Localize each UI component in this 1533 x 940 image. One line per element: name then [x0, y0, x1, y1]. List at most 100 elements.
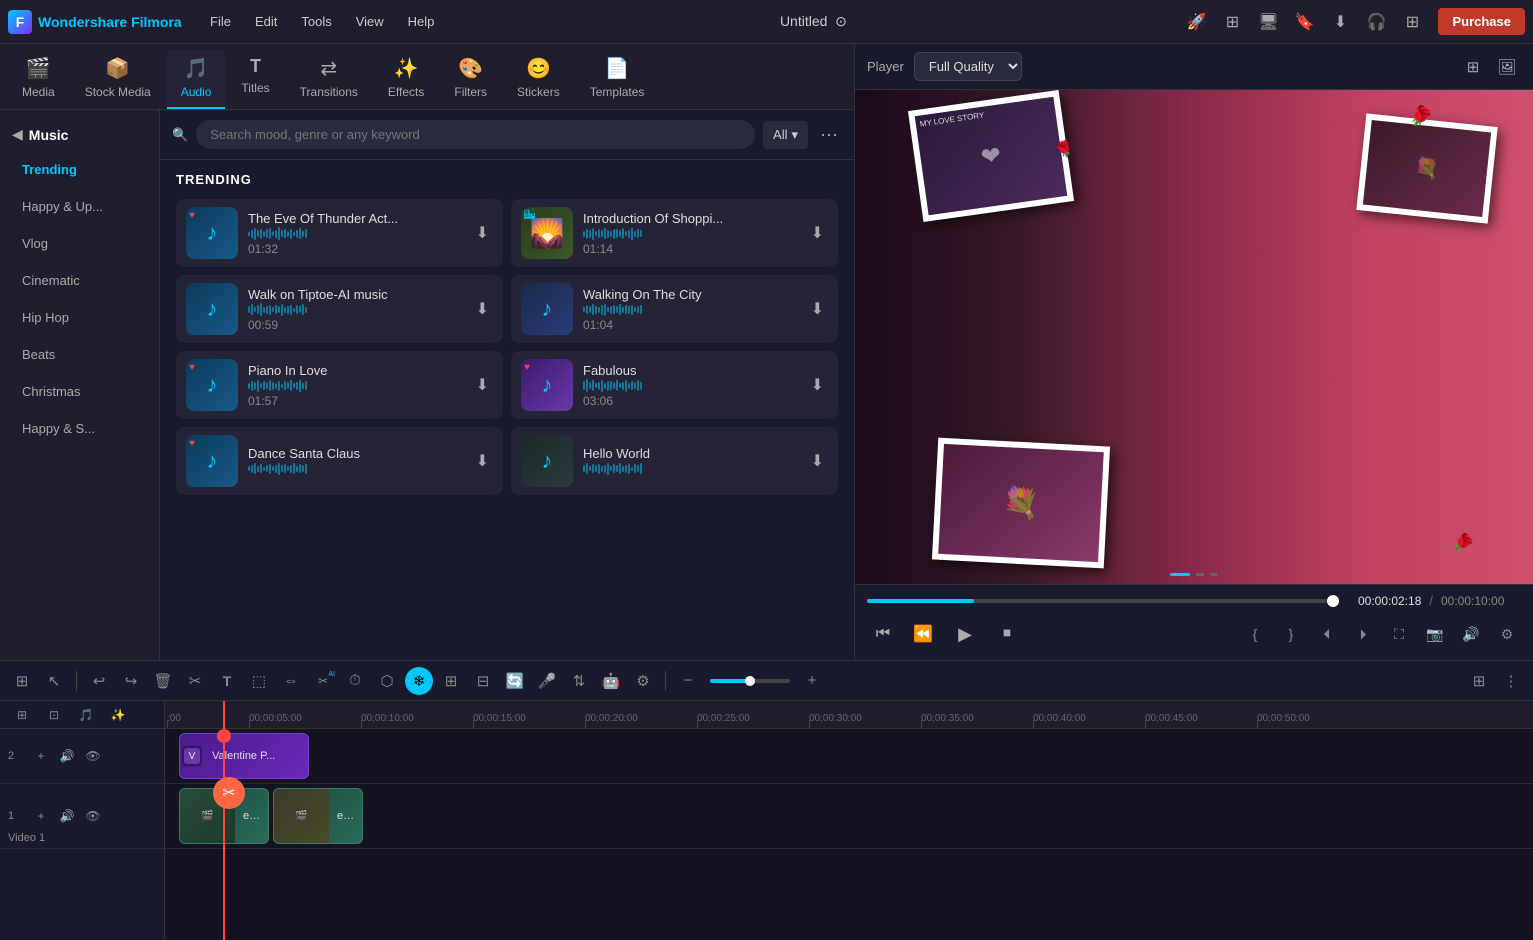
rocket-icon[interactable]: 🚀 — [1182, 8, 1210, 36]
pip-button[interactable]: ⊡ — [40, 701, 68, 729]
add-track-button[interactable]: ⊞ — [8, 701, 36, 729]
track-settings-button[interactable]: ⚙ — [629, 667, 657, 695]
smart-track-button[interactable]: ✨ — [104, 701, 132, 729]
clip-valentine[interactable]: V Valentine P... — [179, 733, 309, 779]
ai-cut-button[interactable]: ✂AI — [309, 667, 337, 695]
track-2-eye-icon[interactable]: 👁 — [82, 745, 104, 767]
grid-icon[interactable]: ⊞ — [1398, 8, 1426, 36]
transform-button[interactable]: ⇔ — [277, 667, 305, 695]
freeze-button[interactable]: ❄ — [405, 667, 433, 695]
tab-transitions[interactable]: ⇄ Transitions — [286, 50, 372, 109]
track-8-download-icon[interactable]: ⬇ — [807, 447, 828, 475]
play-button[interactable]: ▶ — [947, 616, 983, 652]
volume-button[interactable]: 🔊 — [1457, 620, 1485, 648]
mic-button[interactable]: 🎤 — [533, 667, 561, 695]
ai-tools-button[interactable]: 🤖 — [597, 667, 625, 695]
clip-edit-wed-2[interactable]: 🎬 edit-wed... — [273, 788, 363, 844]
group-button[interactable]: ⊞ — [437, 667, 465, 695]
skip-back-button[interactable]: ⏮ — [867, 618, 899, 650]
track-2-download-icon[interactable]: ⬇ — [807, 219, 828, 247]
search-filter-button[interactable]: All ▾ — [763, 121, 808, 149]
progress-track[interactable] — [867, 599, 1333, 603]
tab-audio[interactable]: 🎵 Audio — [167, 50, 226, 109]
redo-button[interactable]: ↪ — [117, 667, 145, 695]
track-6-download-icon[interactable]: ⬇ — [807, 371, 828, 399]
speed-button[interactable]: ⏱ — [341, 667, 369, 695]
download-icon[interactable]: ⬇ — [1326, 8, 1354, 36]
sidebar-item-cinematic[interactable]: Cinematic — [6, 263, 153, 298]
music-track-1[interactable]: ♥ ♪ The Eve Of Thunder Act... 01:32 ⬇ — [176, 199, 503, 267]
music-track-4[interactable]: ♪ Walking On The City 01:04 ⬇ — [511, 275, 838, 343]
headphone-icon[interactable]: 🎧 — [1362, 8, 1390, 36]
ungroup-button[interactable]: ⊟ — [469, 667, 497, 695]
tab-media[interactable]: 🎬 Media — [8, 50, 69, 109]
text-button[interactable]: T — [213, 667, 241, 695]
track-1-add-icon[interactable]: + — [30, 805, 52, 827]
settings-button[interactable]: ⚙ — [1493, 620, 1521, 648]
track-2-audio-icon[interactable]: 🔊 — [56, 745, 78, 767]
track-5-download-icon[interactable]: ⬇ — [472, 371, 493, 399]
next-marker-button[interactable]: ⏵ — [1349, 620, 1377, 648]
snapshot-button[interactable]: 📷 — [1421, 620, 1449, 648]
split-view-button[interactable]: ⊞ — [8, 667, 36, 695]
arrange-button[interactable]: ⇅ — [565, 667, 593, 695]
music-track-3[interactable]: ♪ Walk on Tiptoe-AI music 00:59 ⬇ — [176, 275, 503, 343]
music-track-6[interactable]: ♥ ♪ Fabulous 03:06 ⬇ — [511, 351, 838, 419]
track-1-audio-icon[interactable]: 🔊 — [56, 805, 78, 827]
zoom-out-button[interactable]: − — [674, 667, 702, 695]
mask-button[interactable]: ⬡ — [373, 667, 401, 695]
stop-button[interactable]: ⏹ — [991, 618, 1023, 650]
mark-in-button[interactable]: { — [1241, 620, 1269, 648]
cut-button[interactable]: ✂ — [181, 667, 209, 695]
music-track-7[interactable]: ♥ ♪ Dance Santa Claus ⬇ — [176, 427, 503, 495]
track-1-download-icon[interactable]: ⬇ — [472, 219, 493, 247]
bookmark-icon[interactable]: 🔖 — [1290, 8, 1318, 36]
sidebar-toggle-icon[interactable]: ◀ — [12, 126, 23, 143]
menu-tools[interactable]: Tools — [291, 10, 341, 33]
music-track-2[interactable]: 🏙 🌄 Introduction Of Shoppi... 01:14 ⬇ — [511, 199, 838, 267]
delete-button[interactable]: 🗑 — [149, 667, 177, 695]
select-tool-button[interactable]: ↖ — [40, 667, 68, 695]
music-track-8[interactable]: ♪ Hello World ⬇ — [511, 427, 838, 495]
replace-button[interactable]: 🔄 — [501, 667, 529, 695]
sidebar-item-hiphop[interactable]: Hip Hop — [6, 300, 153, 335]
tab-stickers[interactable]: 😊 Stickers — [503, 50, 574, 109]
photo-view-icon[interactable]: 🖼 — [1493, 53, 1521, 81]
purchase-button[interactable]: Purchase — [1438, 8, 1525, 35]
track-4-download-icon[interactable]: ⬇ — [807, 295, 828, 323]
menu-view[interactable]: View — [346, 10, 394, 33]
sidebar-item-trending[interactable]: Trending — [6, 152, 153, 187]
tab-templates[interactable]: 📄 Templates — [576, 50, 659, 109]
music-track-5[interactable]: ♥ ♪ Piano In Love 01:57 ⬇ — [176, 351, 503, 419]
tab-stock-media[interactable]: 📦 Stock Media — [71, 50, 165, 109]
mark-out-button[interactable]: } — [1277, 620, 1305, 648]
sidebar-item-christmas[interactable]: Christmas — [6, 374, 153, 409]
search-more-button[interactable]: ··· — [816, 120, 842, 149]
search-input[interactable] — [196, 120, 755, 149]
frame-back-button[interactable]: ⏪ — [907, 618, 939, 650]
sidebar-item-happy[interactable]: Happy & Up... — [6, 189, 153, 224]
crop-button[interactable]: ⬚ — [245, 667, 273, 695]
tab-titles[interactable]: T Titles — [227, 50, 283, 109]
quality-select[interactable]: Full Quality 1/2 Quality 1/4 Quality — [914, 52, 1022, 81]
zoom-in-button[interactable]: + — [798, 667, 826, 695]
track-7-download-icon[interactable]: ⬇ — [472, 447, 493, 475]
audio-track-button[interactable]: 🎵 — [72, 701, 100, 729]
layout-icon[interactable]: ⊞ — [1218, 8, 1246, 36]
tab-filters[interactable]: 🎨 Filters — [440, 50, 501, 109]
fullscreen-button[interactable]: ⛶ — [1385, 620, 1413, 648]
prev-marker-button[interactable]: ⏴ — [1313, 620, 1341, 648]
monitor-icon[interactable]: 🖥 — [1254, 8, 1282, 36]
track-2-add-icon[interactable]: + — [30, 745, 52, 767]
track-1-eye-icon[interactable]: 👁 — [82, 805, 104, 827]
zoom-slider[interactable] — [710, 679, 790, 683]
menu-edit[interactable]: Edit — [245, 10, 287, 33]
track-3-download-icon[interactable]: ⬇ — [472, 295, 493, 323]
tab-effects[interactable]: ✨ Effects — [374, 50, 438, 109]
more-options-button[interactable]: ⋮ — [1497, 667, 1525, 695]
grid-view-icon[interactable]: ⊞ — [1459, 53, 1487, 81]
sidebar-item-beats[interactable]: Beats — [6, 337, 153, 372]
layout-button[interactable]: ⊞ — [1465, 667, 1493, 695]
undo-button[interactable]: ↩ — [85, 667, 113, 695]
progress-handle[interactable] — [1327, 595, 1339, 607]
